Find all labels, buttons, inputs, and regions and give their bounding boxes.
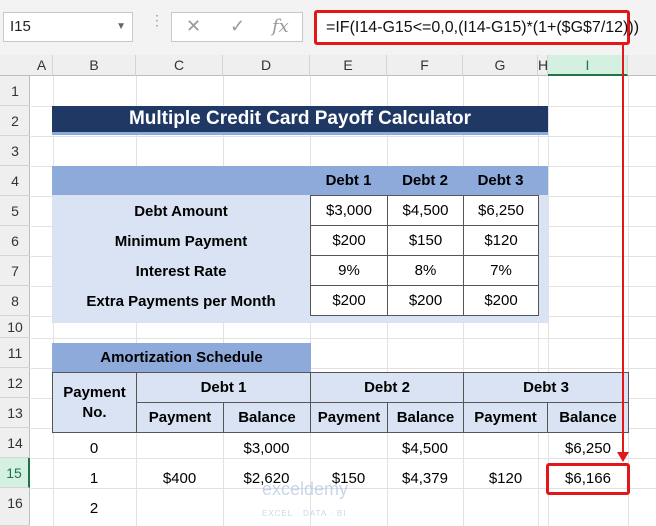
row-header-11[interactable]: 11 — [0, 338, 30, 368]
name-box-value: I15 — [10, 18, 31, 35]
input-label-debt-amount[interactable]: Debt Amount — [52, 196, 310, 226]
schedule-cell[interactable] — [136, 433, 223, 463]
schedule-subheader-balance[interactable]: Balance — [387, 402, 464, 433]
schedule-header-debt-3[interactable]: Debt 3 — [463, 372, 629, 403]
input-cell[interactable]: $200 — [310, 285, 388, 316]
row-header-15[interactable]: 15 — [0, 458, 30, 488]
more-dots-icon[interactable]: ⋮ — [150, 12, 165, 29]
input-cell[interactable]: 9% — [310, 255, 388, 286]
function-fx-icon[interactable]: fx — [272, 16, 289, 37]
schedule-cell[interactable]: $4,500 — [387, 433, 463, 463]
row-header-12[interactable]: 12 — [0, 368, 30, 398]
input-cell[interactable]: $150 — [387, 225, 464, 256]
row-header-6[interactable]: 6 — [0, 226, 30, 256]
row-header-13[interactable]: 13 — [0, 398, 30, 428]
gridline — [31, 338, 656, 339]
schedule-row-no[interactable]: 0 — [52, 433, 136, 463]
input-label-interest-rate[interactable]: Interest Rate — [52, 256, 310, 286]
schedule-row-no[interactable]: 1 — [52, 463, 136, 493]
formula-bar-buttons: ✕ ✓ fx — [171, 12, 303, 42]
enter-check-icon[interactable]: ✓ — [230, 16, 245, 37]
input-label-extra-payments[interactable]: Extra Payments per Month — [52, 286, 310, 316]
column-header-a[interactable]: A — [31, 55, 53, 76]
column-headers: A B C D E F G H I — [0, 55, 656, 76]
row-headers: 1 2 3 4 5 6 7 8 10 11 12 13 14 15 16 — [0, 76, 30, 526]
schedule-subheader-payment[interactable]: Payment — [136, 402, 224, 433]
cancel-icon[interactable]: ✕ — [186, 16, 201, 37]
schedule-title[interactable]: Amortization Schedule — [52, 343, 311, 372]
input-cell[interactable]: $200 — [387, 285, 464, 316]
input-header-debt-2[interactable]: Debt 2 — [387, 166, 463, 195]
row-header-5[interactable]: 5 — [0, 196, 30, 226]
column-header-d[interactable]: D — [223, 55, 310, 76]
schedule-header-debt-1[interactable]: Debt 1 — [136, 372, 311, 403]
name-box[interactable]: I15 ▼ — [3, 12, 133, 42]
input-cell[interactable]: 7% — [463, 255, 539, 286]
schedule-subheader-balance[interactable]: Balance — [547, 402, 629, 433]
input-header-debt-3[interactable]: Debt 3 — [463, 166, 538, 195]
column-header-b[interactable]: B — [53, 55, 136, 76]
schedule-cell[interactable]: $400 — [136, 463, 223, 493]
schedule-cell[interactable]: $6,250 — [548, 433, 628, 463]
row-header-4[interactable]: 4 — [0, 166, 30, 196]
watermark-logo: exceldemy EXCEL · DATA · BI — [262, 479, 412, 518]
schedule-cell[interactable] — [310, 433, 387, 463]
schedule-subheader-balance[interactable]: Balance — [223, 402, 311, 433]
input-cell[interactable]: $200 — [310, 225, 388, 256]
input-header-debt-1[interactable]: Debt 1 — [310, 166, 387, 195]
row-header-3[interactable]: 3 — [0, 136, 30, 166]
column-header-h[interactable]: H — [538, 55, 548, 76]
schedule-header-payment-no[interactable]: Payment No. — [52, 372, 137, 433]
schedule-cell[interactable]: $120 — [463, 463, 548, 493]
watermark-brand: exceldemy — [262, 479, 349, 499]
row-header-1[interactable]: 1 — [0, 76, 30, 106]
column-header-g[interactable]: G — [463, 55, 538, 76]
column-header-i[interactable]: I — [548, 55, 628, 76]
row-header-16[interactable]: 16 — [0, 488, 30, 526]
input-cell[interactable]: 8% — [387, 255, 464, 286]
column-header-c[interactable]: C — [136, 55, 223, 76]
schedule-subheader-payment[interactable]: Payment — [310, 402, 388, 433]
input-cell[interactable]: $200 — [463, 285, 539, 316]
formula-input[interactable]: =IF(I14-G15<=0,0,(I14-G15)*(1+($G$7/12))… — [314, 10, 639, 45]
input-cell[interactable]: $6,250 — [463, 195, 539, 226]
gridline — [31, 136, 656, 137]
column-header-f[interactable]: F — [387, 55, 463, 76]
input-cell[interactable]: $120 — [463, 225, 539, 256]
input-cell[interactable]: $4,500 — [387, 195, 464, 226]
schedule-row-no[interactable]: 2 — [52, 493, 136, 523]
column-header-e[interactable]: E — [310, 55, 387, 76]
sheet-title[interactable]: Multiple Credit Card Payoff Calculator — [52, 106, 548, 135]
row-header-2[interactable]: 2 — [0, 106, 30, 136]
schedule-cell[interactable]: $3,000 — [223, 433, 310, 463]
row-header-8[interactable]: 8 — [0, 286, 30, 316]
cell-highlight-box — [546, 463, 630, 495]
input-cell[interactable]: $3,000 — [310, 195, 388, 226]
row-header-7[interactable]: 7 — [0, 256, 30, 286]
schedule-header-debt-2[interactable]: Debt 2 — [310, 372, 464, 403]
chevron-down-icon[interactable]: ▼ — [116, 13, 126, 41]
row-header-10[interactable]: 10 — [0, 316, 30, 338]
watermark-tagline: EXCEL · DATA · BI — [262, 509, 347, 518]
input-label-minimum-payment[interactable]: Minimum Payment — [52, 226, 310, 256]
schedule-subheader-payment[interactable]: Payment — [463, 402, 548, 433]
schedule-cell[interactable] — [463, 433, 548, 463]
row-header-14[interactable]: 14 — [0, 428, 30, 458]
